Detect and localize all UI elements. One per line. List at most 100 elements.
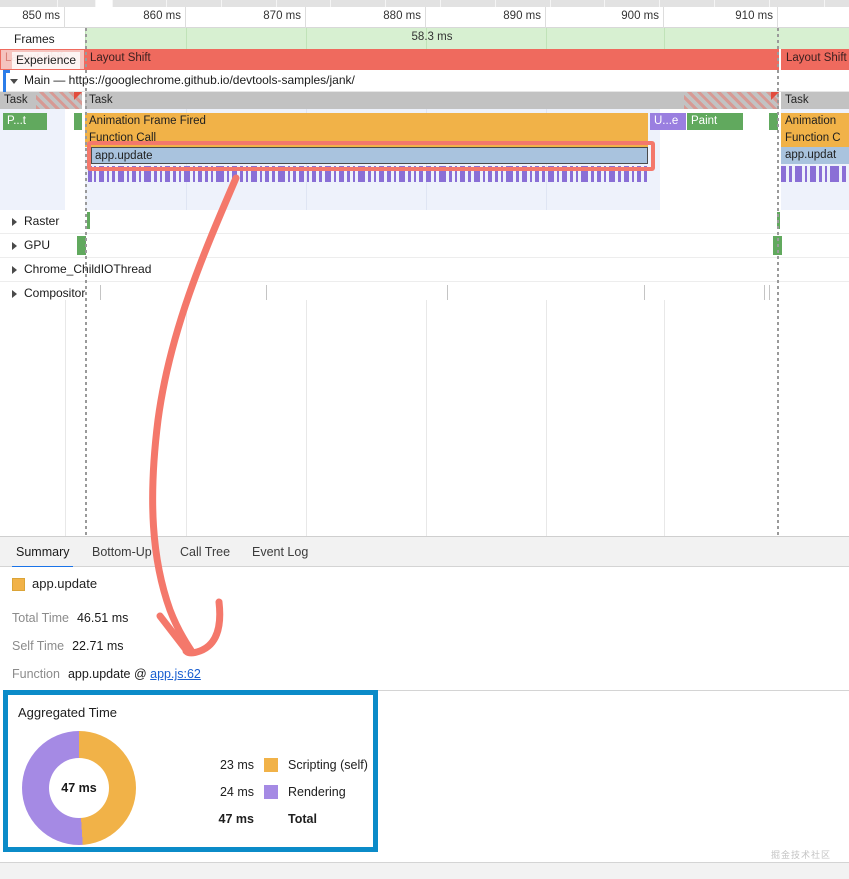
selection-boundary-right[interactable]	[777, 28, 779, 536]
flame-bar-animation-frame-fired[interactable]: Animation Frame Fired	[85, 113, 648, 130]
layout-shift-event-right-label: Layout Shift	[786, 52, 847, 64]
detail-key: Function	[12, 667, 60, 681]
ruler-tick: 890 ms	[426, 7, 546, 28]
flame-bar-animation-frame-fired[interactable]: Animation	[781, 113, 849, 130]
source-link[interactable]: app.js:62	[150, 667, 201, 681]
detail-value: 46.51 ms	[76, 611, 129, 625]
donut-legend: 23 ms Scripting (self) 24 ms Rendering 4…	[208, 755, 383, 836]
sidebar-item-raster[interactable]: Raster	[0, 210, 849, 234]
tab-bottom-up[interactable]: Bottom-Up	[82, 537, 162, 568]
overview-divider	[166, 0, 167, 7]
aggregated-time-title: Aggregated Time	[18, 705, 118, 720]
detail-key: Total Time	[12, 611, 69, 625]
flame-bar-app-update[interactable]: app.updat	[781, 147, 849, 164]
flame-bg-left	[0, 92, 65, 210]
ruler-tick-label: 890 ms	[503, 10, 541, 22]
chevron-right-icon[interactable]	[12, 266, 17, 274]
ruler-tick-label: 860 ms	[143, 10, 181, 22]
legend-swatch-rendering	[264, 785, 278, 799]
overview-divider	[550, 0, 551, 7]
overview-divider	[604, 0, 605, 7]
layout-shift-event[interactable]: Layout Shift	[85, 49, 779, 70]
overview-minimap[interactable]	[0, 0, 849, 7]
flame-bar-paint[interactable]: Paint	[687, 113, 743, 130]
timeline-gridline	[65, 300, 66, 536]
detail-key: Self Time	[12, 639, 65, 653]
sidebar-item-chrome-childiothread[interactable]: Chrome_ChildIOThread	[0, 258, 849, 282]
timeline-empty-canvas[interactable]	[0, 300, 849, 536]
legend-swatch-scripting	[264, 758, 278, 772]
aggregated-time-donut-chart[interactable]: 47 ms	[22, 731, 136, 845]
flame-bar-commit[interactable]	[74, 113, 82, 130]
timeline-gridline	[186, 300, 187, 536]
overview-divider	[276, 0, 277, 7]
overview-divider	[385, 0, 386, 7]
flame-bar-paint[interactable]: P...t	[3, 113, 47, 130]
flame-bar-task[interactable]: Task	[0, 92, 36, 109]
chevron-right-icon[interactable]	[12, 290, 17, 298]
ruler-tick-label: 900 ms	[621, 10, 659, 22]
flame-bar-function-call[interactable]: Function C	[781, 130, 849, 147]
legend-total-value: 47 ms	[218, 812, 254, 826]
main-track-title: Main — https://googlechrome.github.io/de…	[24, 73, 355, 87]
section-divider	[378, 690, 849, 691]
track-label-experience[interactable]: Experience	[12, 52, 81, 69]
overview-divider	[57, 0, 58, 7]
raster-activity-bar[interactable]	[87, 212, 90, 229]
details-tab-bar[interactable]: Summary Bottom-Up Call Tree Event Log	[0, 536, 849, 568]
ruler-tick-label: 850 ms	[22, 10, 60, 22]
overview-divider	[440, 0, 441, 7]
detail-row-function: Function app.update @ app.js:62	[12, 667, 201, 681]
flame-bar-task-long-warning[interactable]	[684, 92, 779, 109]
selection-boundary-left[interactable]	[85, 28, 87, 536]
flame-bar-task[interactable]: Task	[781, 92, 849, 109]
sidebar-item-gpu[interactable]: GPU	[0, 234, 849, 258]
track-name-chrome-childiothread: Chrome_ChildIOThread	[24, 262, 152, 276]
track-name-gpu: GPU	[24, 238, 51, 252]
experience-track-row[interactable]: Layout Shift Layout Shift Layout Shift E…	[0, 49, 849, 70]
annotation-highlight-box	[87, 141, 655, 171]
frame-duration-label: 58.3 ms	[411, 31, 453, 43]
chevron-down-icon[interactable]	[10, 79, 18, 84]
time-ruler[interactable]: 850 ms 860 ms 870 ms 880 ms 890 ms 900 m…	[0, 7, 849, 28]
overview-divider	[330, 0, 331, 7]
frames-track-tail	[779, 28, 849, 49]
tab-summary[interactable]: Summary	[6, 537, 79, 568]
legend-value: 24 ms	[219, 785, 254, 799]
ruler-tick-label: 870 ms	[263, 10, 301, 22]
flame-bar-task[interactable]: Task	[85, 92, 743, 109]
chevron-right-icon[interactable]	[12, 218, 17, 226]
donut-hole: 47 ms	[49, 758, 109, 818]
legend-total-label: Total	[288, 812, 317, 826]
ruler-tick-label: 910 ms	[735, 10, 773, 22]
layout-shift-event-right[interactable]: Layout Shift	[781, 49, 849, 70]
detail-value: 22.71 ms	[72, 639, 124, 653]
rendering-activity-ticks[interactable]	[781, 166, 849, 182]
track-name-raster: Raster	[24, 214, 60, 228]
summary-details-pane: app.update Total Time 46.51 ms Self Time 2…	[0, 567, 849, 682]
chevron-right-icon[interactable]	[12, 242, 17, 250]
legend-label: Scripting (self)	[288, 758, 368, 772]
tab-call-tree[interactable]: Call Tree	[170, 537, 240, 568]
track-label-frames[interactable]: Frames	[10, 31, 59, 48]
main-track-header[interactable]: Main — https://googlechrome.github.io/de…	[0, 70, 849, 92]
frames-track-row[interactable]: 58.3 ms Frames	[0, 28, 849, 49]
detail-value: app.update @	[67, 667, 151, 681]
overview-divider	[495, 0, 496, 7]
ruler-tick: 850 ms	[0, 7, 65, 28]
ruler-tick-label: 880 ms	[383, 10, 421, 22]
legend-row-scripting: 23 ms Scripting (self)	[208, 755, 383, 782]
event-name: app.update	[32, 576, 98, 591]
aggregated-time-panel: Aggregated Time 47 ms 23 ms Scripting (s…	[3, 690, 378, 852]
overview-selection-window[interactable]	[95, 0, 112, 7]
legend-label: Rendering	[288, 785, 346, 799]
ruler-tick: 900 ms	[546, 7, 664, 28]
flame-bar-update-layer-tree[interactable]: U...e	[650, 113, 686, 130]
overview-divider	[769, 0, 770, 7]
frame-duration-bar[interactable]: 58.3 ms	[85, 28, 779, 49]
watermark: 掘金技术社区	[770, 850, 831, 860]
timeline-gridline	[306, 300, 307, 536]
donut-center-total: 47 ms	[61, 781, 97, 795]
overview-divider	[112, 0, 113, 7]
tab-event-log[interactable]: Event Log	[242, 537, 318, 568]
